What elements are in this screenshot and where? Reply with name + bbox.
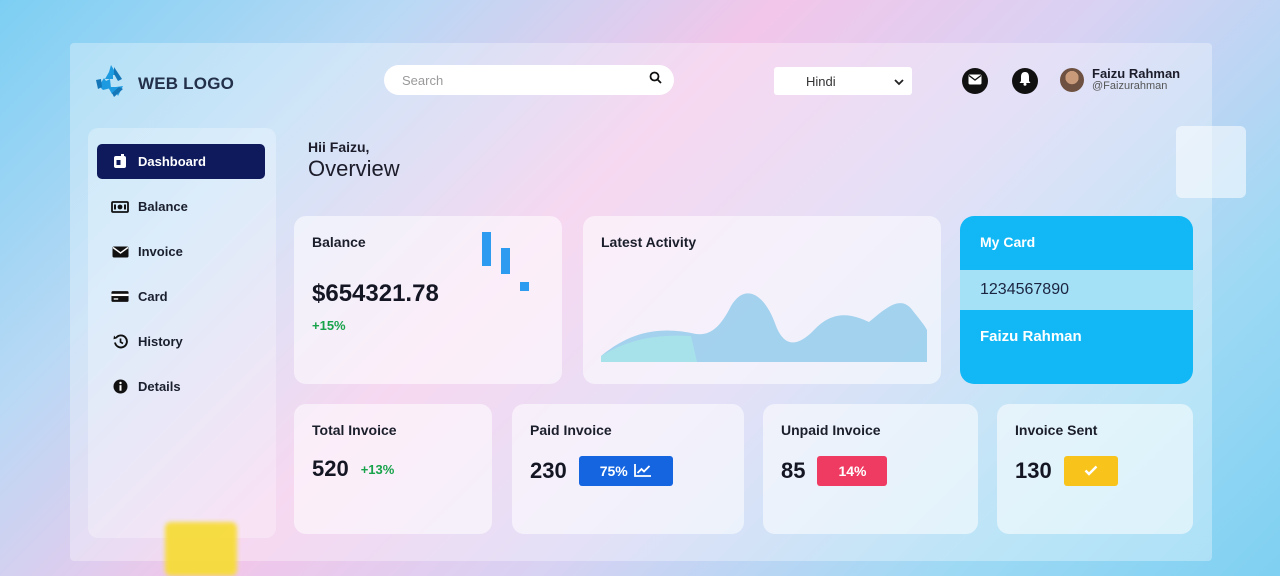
search-bar[interactable] — [384, 65, 674, 95]
money-icon — [111, 200, 129, 213]
mail-icon — [968, 72, 982, 90]
logo-text: WEB LOGO — [138, 73, 235, 93]
invoice-count: 85 — [781, 458, 806, 483]
mail-button[interactable] — [962, 68, 988, 94]
dashboard-icon — [111, 154, 129, 169]
envelope-icon — [111, 246, 129, 258]
history-icon — [111, 334, 129, 349]
sidebar-item-details[interactable]: Details — [97, 369, 265, 404]
language-value: Hindi — [806, 73, 836, 89]
sidebar-item-label: Balance — [138, 199, 188, 214]
web-logo[interactable]: WEB LOGO — [92, 62, 234, 105]
user-handle: @Faizurahman — [1092, 80, 1168, 92]
status-badge: 75% — [578, 456, 673, 486]
sidebar-item-invoice[interactable]: Invoice — [97, 234, 265, 269]
my-card-widget[interactable]: My Card 1234567890 Faizu Rahman — [960, 216, 1193, 384]
my-card-title: My Card — [980, 234, 1036, 250]
sidebar: Dashboard Balance Invoice Card History D… — [88, 128, 276, 538]
invoice-count: 520 — [312, 456, 349, 481]
balance-card[interactable]: Balance $654321.78 +15% — [294, 216, 562, 384]
info-icon — [111, 379, 129, 394]
recycle-logo-icon — [92, 62, 130, 105]
activity-title: Latest Activity — [601, 234, 697, 250]
credit-card-icon — [111, 290, 129, 303]
greeting: Hii Faizu, — [308, 139, 370, 155]
balance-amount: $654321.78 — [312, 280, 439, 307]
card-number: 1234567890 — [960, 270, 1193, 310]
balance-title: Balance — [312, 234, 366, 250]
unpaid-invoice-card[interactable]: Unpaid Invoice 85 14% — [763, 404, 978, 534]
sidebar-item-balance[interactable]: Balance — [97, 189, 265, 224]
invoice-sent-card[interactable]: Invoice Sent 130 — [997, 404, 1193, 534]
sidebar-item-history[interactable]: History — [97, 324, 265, 359]
sidebar-item-dashboard[interactable]: Dashboard — [97, 144, 265, 179]
sidebar-item-label: Card — [138, 289, 168, 304]
invoice-count: 230 — [530, 458, 567, 483]
sidebar-item-label: Dashboard — [138, 154, 206, 169]
activity-wave-chart — [601, 293, 927, 362]
invoice-count: 130 — [1015, 458, 1052, 483]
paid-invoice-card[interactable]: Paid Invoice 230 75% — [512, 404, 744, 534]
trend-chart-icon — [633, 463, 652, 480]
language-select[interactable]: Hindi — [774, 67, 912, 95]
invoice-card-title: Total Invoice — [312, 422, 397, 438]
invoice-card-title: Unpaid Invoice — [781, 422, 881, 438]
mini-bar — [482, 232, 491, 266]
sidebar-item-label: Invoice — [138, 244, 183, 259]
badge-value: 14% — [838, 463, 867, 479]
sidebar-item-label: Details — [138, 379, 181, 394]
card-holder-name: Faizu Rahman — [980, 328, 1082, 345]
invoice-change: +13% — [360, 461, 395, 477]
avatar — [1060, 67, 1084, 92]
dashboard-window: WEB LOGO Hindi Faizu Rahman @Faizurahman — [70, 43, 1212, 561]
total-invoice-card[interactable]: Total Invoice 520 +13% — [294, 404, 492, 534]
mini-bar — [501, 248, 510, 274]
sidebar-item-label: History — [138, 334, 183, 349]
search-icon[interactable] — [649, 71, 662, 89]
notifications-button[interactable] — [1012, 68, 1038, 94]
user-profile[interactable]: Faizu Rahman @Faizurahman — [1060, 67, 1180, 92]
user-name: Faizu Rahman — [1092, 66, 1181, 81]
decorative-yellow-shape — [165, 522, 237, 576]
bell-icon — [1018, 71, 1032, 91]
check-icon — [1084, 463, 1098, 479]
invoice-card-title: Paid Invoice — [530, 422, 612, 438]
mini-bar — [520, 282, 529, 291]
chevron-down-icon — [894, 74, 904, 89]
search-input[interactable] — [402, 72, 649, 88]
page-title: Overview — [308, 156, 400, 181]
status-badge: 14% — [817, 456, 888, 486]
latest-activity-card[interactable]: Latest Activity — [583, 216, 941, 384]
status-badge — [1063, 456, 1118, 486]
balance-change: +15% — [312, 318, 346, 333]
badge-value: 75% — [599, 463, 628, 479]
sidebar-item-card[interactable]: Card — [97, 279, 265, 314]
invoice-card-title: Invoice Sent — [1015, 422, 1098, 438]
